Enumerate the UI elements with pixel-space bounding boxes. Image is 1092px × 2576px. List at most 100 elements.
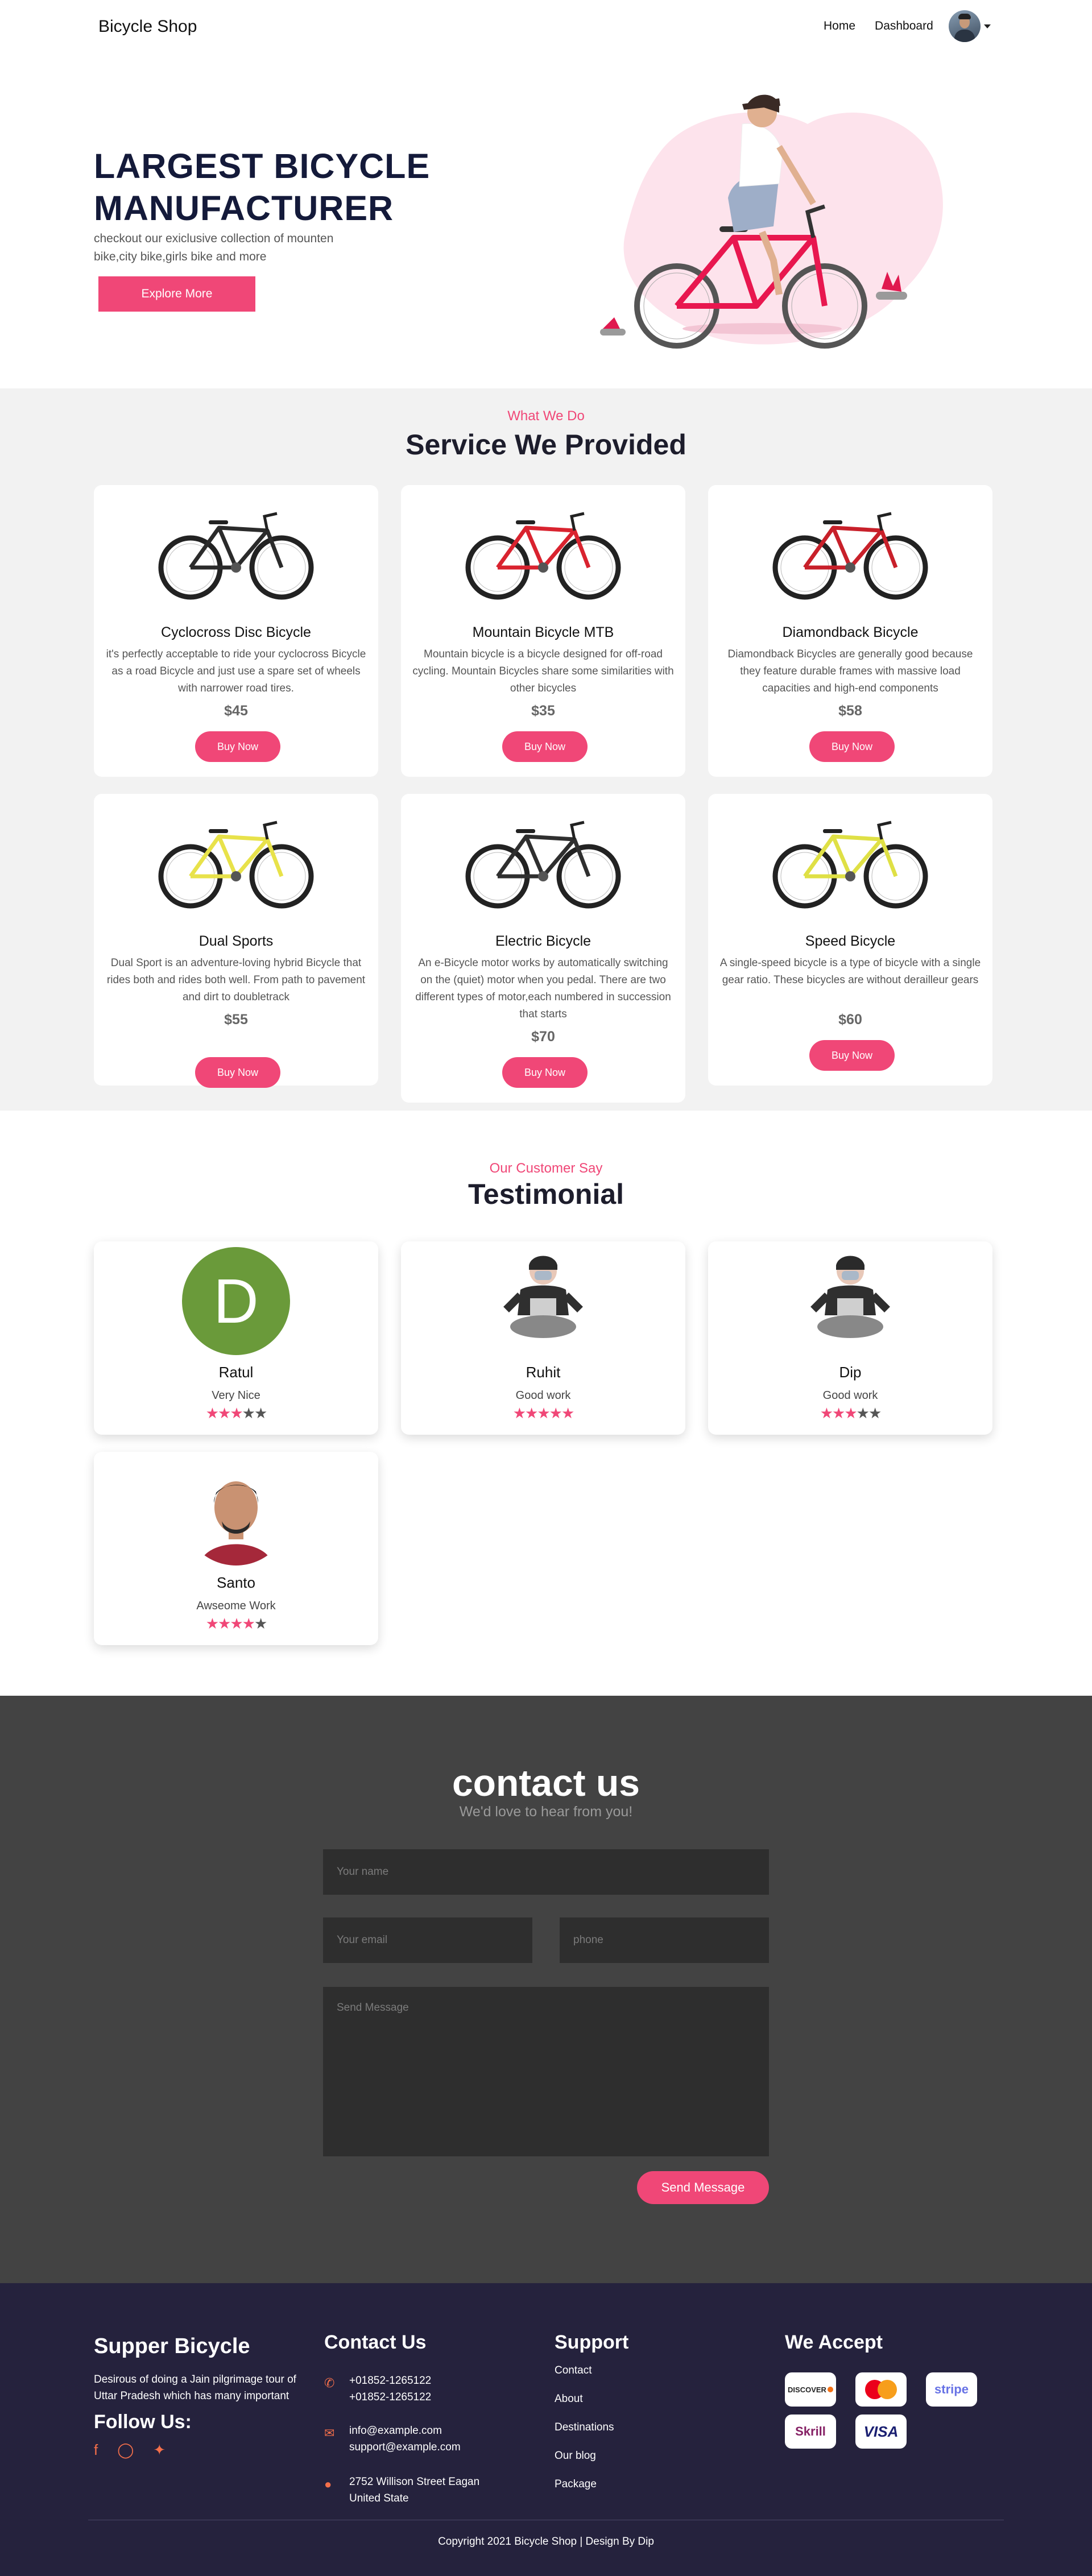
email-1[interactable]: info@example.com xyxy=(349,2422,461,2439)
email-list: info@example.com support@example.com xyxy=(349,2422,461,2455)
user-menu[interactable] xyxy=(949,10,991,42)
star-icon: ★ xyxy=(512,1405,526,1422)
star-icon: ★ xyxy=(242,1615,255,1632)
star-icon: ★ xyxy=(205,1405,219,1422)
support-link-package[interactable]: Package xyxy=(555,2478,725,2506)
contact-subtitle: We'd love to hear from you! xyxy=(459,1804,633,1820)
caret-down-icon[interactable] xyxy=(984,24,991,28)
buy-now-button[interactable]: Buy Now xyxy=(809,731,895,762)
message-textarea[interactable] xyxy=(323,1987,769,2156)
star-icon: ★ xyxy=(549,1405,562,1422)
star-icon: ★ xyxy=(856,1405,870,1422)
mastercard-logo: mastercard xyxy=(855,2372,907,2407)
product-price: $58 xyxy=(838,703,862,719)
star-icon: ★ xyxy=(832,1405,845,1422)
product-price: $35 xyxy=(531,703,555,719)
visa-logo: VISA xyxy=(855,2415,907,2449)
testimonial-card: Ruhit Good work ★★★★★ xyxy=(401,1241,685,1435)
testimonials-title: Testimonial xyxy=(468,1178,624,1210)
support-link-blog[interactable]: Our blog xyxy=(555,2449,725,2478)
phone-icon: ✆ xyxy=(324,2376,335,2390)
avatar[interactable] xyxy=(949,10,981,42)
hero-title: LARGEST BICYCLE MANUFACTURER xyxy=(94,147,431,227)
product-card: Diamondback Bicycle Diamondback Bicycles… xyxy=(708,485,992,777)
product-price: $45 xyxy=(224,703,248,719)
mail-icon: ✉ xyxy=(324,2426,335,2440)
explore-more-button[interactable]: Explore More xyxy=(98,276,255,312)
bicycle-image xyxy=(158,512,314,600)
contact-section: contact us We'd love to hear from you! S… xyxy=(0,1696,1092,2283)
customer-name: Ratul xyxy=(218,1364,254,1381)
brand-logo[interactable]: Bicycle Shop xyxy=(98,17,197,36)
copyright: Copyright 2021 Bicycle Shop | Design By … xyxy=(438,2536,654,2548)
star-icon: ★ xyxy=(844,1405,857,1422)
buy-now-button[interactable]: Buy Now xyxy=(502,1057,588,1088)
star-icon: ★ xyxy=(218,1405,231,1422)
nav-link-home[interactable]: Home xyxy=(824,19,855,33)
facebook-icon[interactable]: f xyxy=(94,2441,98,2459)
phone-list: +01852-1265122 +01852-1265122 xyxy=(349,2372,431,2405)
product-card: Mountain Bicycle MTB Mountain bicycle is… xyxy=(401,485,685,777)
star-icon: ★ xyxy=(218,1615,231,1632)
buy-now-button[interactable]: Buy Now xyxy=(195,1057,280,1088)
customer-name: Ruhit xyxy=(526,1364,561,1381)
support-link-contact[interactable]: Contact xyxy=(555,2364,725,2392)
phone-input[interactable] xyxy=(560,1917,769,1963)
footer-about-text: Desirous of doing a Jain pilgrimage tour… xyxy=(94,2374,296,2402)
testimonial-card: D Ratul Very Nice ★★★★★ xyxy=(94,1241,378,1435)
phone-2: +01852-1265122 xyxy=(349,2391,432,2403)
star-icon: ★ xyxy=(254,1615,267,1632)
star-icon: ★ xyxy=(254,1405,267,1422)
rating-stars: ★★★★★ xyxy=(94,1405,378,1422)
services-eyebrow: What We Do xyxy=(507,408,585,424)
email-2[interactable]: support@example.com xyxy=(349,2439,461,2455)
star-icon: ★ xyxy=(868,1405,882,1422)
star-icon: ★ xyxy=(230,1405,243,1422)
nav-link-dashboard[interactable]: Dashboard xyxy=(875,19,933,33)
star-icon: ★ xyxy=(561,1405,574,1422)
customer-quote: Very Nice xyxy=(212,1389,260,1402)
star-icon: ★ xyxy=(230,1615,243,1632)
rating-stars: ★★★★★ xyxy=(94,1615,378,1633)
footer-payments: We Accept DISCOVER mastercard stripe Skr… xyxy=(785,2331,1012,2468)
footer: Supper Bicycle Desirous of doing a Jain … xyxy=(0,2283,1092,2576)
footer-contact: Contact Us ✆ +01852-1265122 +01852-12651… xyxy=(324,2331,512,2504)
email-input[interactable] xyxy=(323,1917,532,1963)
twitter-icon[interactable]: ✦ xyxy=(153,2441,166,2459)
name-input[interactable] xyxy=(323,1849,769,1895)
footer-about: Supper Bicycle Desirous of doing a Jain … xyxy=(94,2334,304,2459)
product-description: Dual Sport is an adventure-loving hybrid… xyxy=(106,957,366,1003)
product-description: it's perfectly acceptable to ride your c… xyxy=(106,648,366,694)
support-link-about[interactable]: About xyxy=(555,2392,725,2421)
product-name: Speed Bicycle xyxy=(805,933,896,949)
product-name: Electric Bicycle xyxy=(495,933,592,949)
discover-logo: DISCOVER xyxy=(785,2372,836,2407)
customer-name: Dip xyxy=(839,1364,862,1381)
hero-section: LARGEST BICYCLE MANUFACTURER checkout ou… xyxy=(0,56,1092,388)
skrill-logo: Skrill xyxy=(785,2415,836,2449)
buy-now-button[interactable]: Buy Now xyxy=(502,731,588,762)
rating-stars: ★★★★★ xyxy=(401,1405,685,1422)
nav-links: Home Dashboard xyxy=(824,19,933,33)
footer-contact-title: Contact Us xyxy=(324,2331,427,2353)
customer-quote: Good work xyxy=(822,1389,878,1402)
product-price: $55 xyxy=(224,1012,248,1028)
phone-1: +01852-1265122 xyxy=(349,2375,432,2387)
support-link-destinations[interactable]: Destinations xyxy=(555,2421,725,2449)
contact-title: contact us xyxy=(452,1762,640,1804)
star-icon: ★ xyxy=(205,1615,219,1632)
send-message-button[interactable]: Send Message xyxy=(637,2171,769,2204)
customer-avatar: D xyxy=(182,1247,290,1355)
star-icon: ★ xyxy=(537,1405,550,1422)
product-name: Dual Sports xyxy=(198,933,274,949)
bicycle-image xyxy=(772,512,928,600)
bicycle-image xyxy=(465,821,621,909)
testimonial-card: Santo Awseome Work ★★★★★ xyxy=(94,1452,378,1645)
buy-now-button[interactable]: Buy Now xyxy=(809,1040,895,1071)
instagram-icon[interactable]: ◯ xyxy=(117,2441,134,2459)
bicycle-image xyxy=(465,512,621,600)
footer-brand: Supper Bicycle xyxy=(94,2334,250,2358)
bicycle-image xyxy=(772,821,928,909)
stripe-logo: stripe xyxy=(926,2372,977,2407)
buy-now-button[interactable]: Buy Now xyxy=(195,731,280,762)
